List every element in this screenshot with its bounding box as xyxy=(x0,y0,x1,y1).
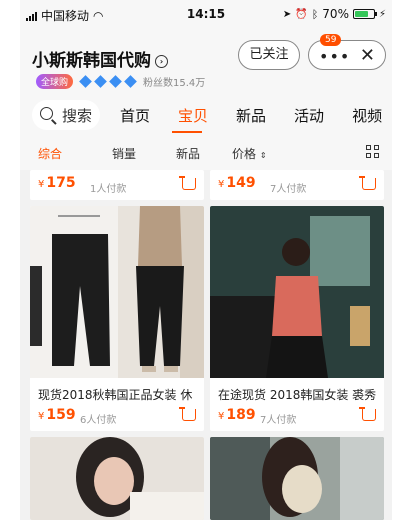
tab-video[interactable]: 视频 xyxy=(352,105,382,126)
close-icon[interactable]: ✕ xyxy=(360,45,375,66)
follow-button[interactable]: 已关注 xyxy=(238,40,300,70)
battery-icon xyxy=(352,9,377,19)
sort-bar: 综合 销量 新品 价格 ⇕ xyxy=(20,136,392,170)
grid-view-icon[interactable] xyxy=(366,145,380,159)
nav-tabs: 首页 宝贝 新品 活动 视频 xyxy=(120,105,382,126)
product-price: 149 xyxy=(226,175,256,191)
fans-count: 粉丝数15.4万 xyxy=(143,78,206,89)
tab-activity[interactable]: 活动 xyxy=(294,105,324,126)
product-card[interactable]: 在途现货 2018韩国女装 裘秀 ¥189 7人付款 xyxy=(210,206,384,431)
shop-nav: 搜索 首页 宝贝 新品 活动 视频 xyxy=(20,96,392,136)
cart-icon[interactable] xyxy=(179,407,196,421)
charging-icon: ⚡ xyxy=(378,8,386,20)
tab-new[interactable]: 新品 xyxy=(236,105,266,126)
sort-price[interactable]: 价格 ⇕ xyxy=(232,145,267,162)
shop-name: 小斯斯韩国代购 xyxy=(32,51,151,71)
product-paid: 7人付款 xyxy=(260,415,297,426)
product-card[interactable] xyxy=(210,437,384,520)
shop-header: 小斯斯韩国代购 › 已关注 ••• ✕ 59 全球购 粉丝数15.4万 xyxy=(20,28,392,96)
product-image xyxy=(210,206,384,378)
search-label: 搜索 xyxy=(62,107,93,125)
product-paid: 1人付款 xyxy=(90,184,127,195)
status-bar: 中国移动 ◠ 14:15 ➤ ⏰ ᛒ 70% ⚡ xyxy=(20,0,392,28)
cart-icon[interactable] xyxy=(359,176,376,190)
product-image xyxy=(210,437,384,520)
shop-title[interactable]: 小斯斯韩国代购 › xyxy=(32,46,168,71)
global-buy-badge: 全球购 xyxy=(36,74,74,89)
product-card[interactable]: 现货2018秋韩国正品女装 休 ¥159 6人付款 xyxy=(30,206,204,431)
product-card[interactable]: ¥175 1人付款 xyxy=(30,170,204,200)
product-paid: 6人付款 xyxy=(80,415,117,426)
product-image xyxy=(30,206,204,378)
product-price: 189 xyxy=(226,407,256,423)
sort-comprehensive[interactable]: 综合 xyxy=(38,145,62,162)
cart-icon[interactable] xyxy=(359,407,376,421)
product-price: 159 xyxy=(46,407,76,423)
phone-screen: 中国移动 ◠ 14:15 ➤ ⏰ ᛒ 70% ⚡ 小斯斯韩国代购 › 已关注 ••… xyxy=(20,0,392,520)
location-icon: ➤ xyxy=(282,8,292,20)
product-title: 现货2018秋韩国正品女装 休 xyxy=(38,388,193,402)
mini-program-capsule: ••• ✕ xyxy=(308,40,386,70)
product-image xyxy=(30,437,204,520)
sort-sales[interactable]: 销量 xyxy=(112,145,136,162)
sort-new[interactable]: 新品 xyxy=(176,145,200,162)
info-icon[interactable]: › xyxy=(155,54,168,68)
product-card[interactable]: ¥149 7人付款 xyxy=(210,170,384,200)
product-paid: 7人付款 xyxy=(270,184,307,195)
product-title: 在途现货 2018韩国女装 裘秀 xyxy=(218,388,376,402)
search-icon xyxy=(40,107,53,120)
sort-arrows-icon: ⇕ xyxy=(259,151,267,160)
search-button[interactable]: 搜索 xyxy=(32,100,100,130)
active-tab-indicator xyxy=(172,131,202,133)
alarm-icon: ⏰ xyxy=(295,8,308,20)
more-icon[interactable]: ••• xyxy=(319,47,350,66)
message-badge: 59 xyxy=(320,34,342,46)
cart-icon[interactable] xyxy=(179,176,196,190)
shop-level-icon xyxy=(79,75,137,88)
tab-home[interactable]: 首页 xyxy=(120,105,150,126)
battery-percent: 70% xyxy=(322,7,349,21)
product-card[interactable] xyxy=(30,437,204,520)
tab-items[interactable]: 宝贝 xyxy=(178,105,208,126)
product-price: 175 xyxy=(46,175,76,191)
bluetooth-icon: ᛒ xyxy=(311,7,319,21)
